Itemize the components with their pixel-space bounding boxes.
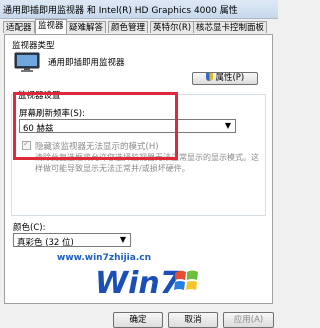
dialog-button-bar: 确定 取消 应用(A): [0, 304, 278, 328]
dropdown-arrow-icon: ▼: [119, 235, 126, 244]
ok-button[interactable]: 确定: [113, 312, 163, 328]
cancel-button[interactable]: 取消: [168, 312, 218, 328]
colors-select[interactable]: 真彩色 (32 位) ▼: [13, 233, 131, 248]
dropdown-arrow-icon: ▼: [224, 121, 231, 130]
properties-button[interactable]: 属性(P): [192, 72, 258, 85]
monitor-icon: [14, 52, 40, 72]
highlight-box: [13, 92, 178, 160]
tab-monitor[interactable]: 监视器: [35, 19, 67, 34]
svg-text:Win7: Win7: [95, 266, 181, 299]
tab-color-management[interactable]: 颜色管理: [108, 21, 149, 33]
win7-logo: Win7: [95, 266, 198, 299]
apply-button[interactable]: 应用(A): [223, 312, 274, 328]
colors-value: 真彩色 (32 位): [17, 238, 74, 248]
tab-panel: 监视器类型 通用即插即用监视器 属性(P) 监视器设置 屏幕刷新频率(S): 6…: [4, 34, 273, 304]
tab-intel[interactable]: 英特尔(R): [150, 21, 195, 33]
watermark-url: www.win7zhijia.cn: [57, 253, 151, 263]
colors-label: 颜色(C):: [13, 223, 46, 233]
tab-adapter[interactable]: 适配器: [3, 21, 35, 33]
title-bar: 通用即插即用监视器 和 Intel(R) HD Graphics 4000 属性: [0, 0, 278, 19]
tab-graphics-control-panel[interactable]: 核芯显卡控制面板: [193, 21, 268, 33]
monitor-name: 通用即插即用监视器: [48, 58, 125, 68]
window-title: 通用即插即用监视器 和 Intel(R) HD Graphics 4000 属性: [3, 6, 238, 16]
properties-button-label: 属性(P): [215, 73, 245, 83]
shield-icon: [205, 73, 213, 81]
tab-troubleshoot[interactable]: 疑难解答: [66, 21, 107, 33]
monitor-type-group-label: 监视器类型: [11, 39, 56, 51]
tab-strip: 适配器 监视器 疑难解答 颜色管理 英特尔(R) 核芯显卡控制面板: [3, 19, 277, 35]
